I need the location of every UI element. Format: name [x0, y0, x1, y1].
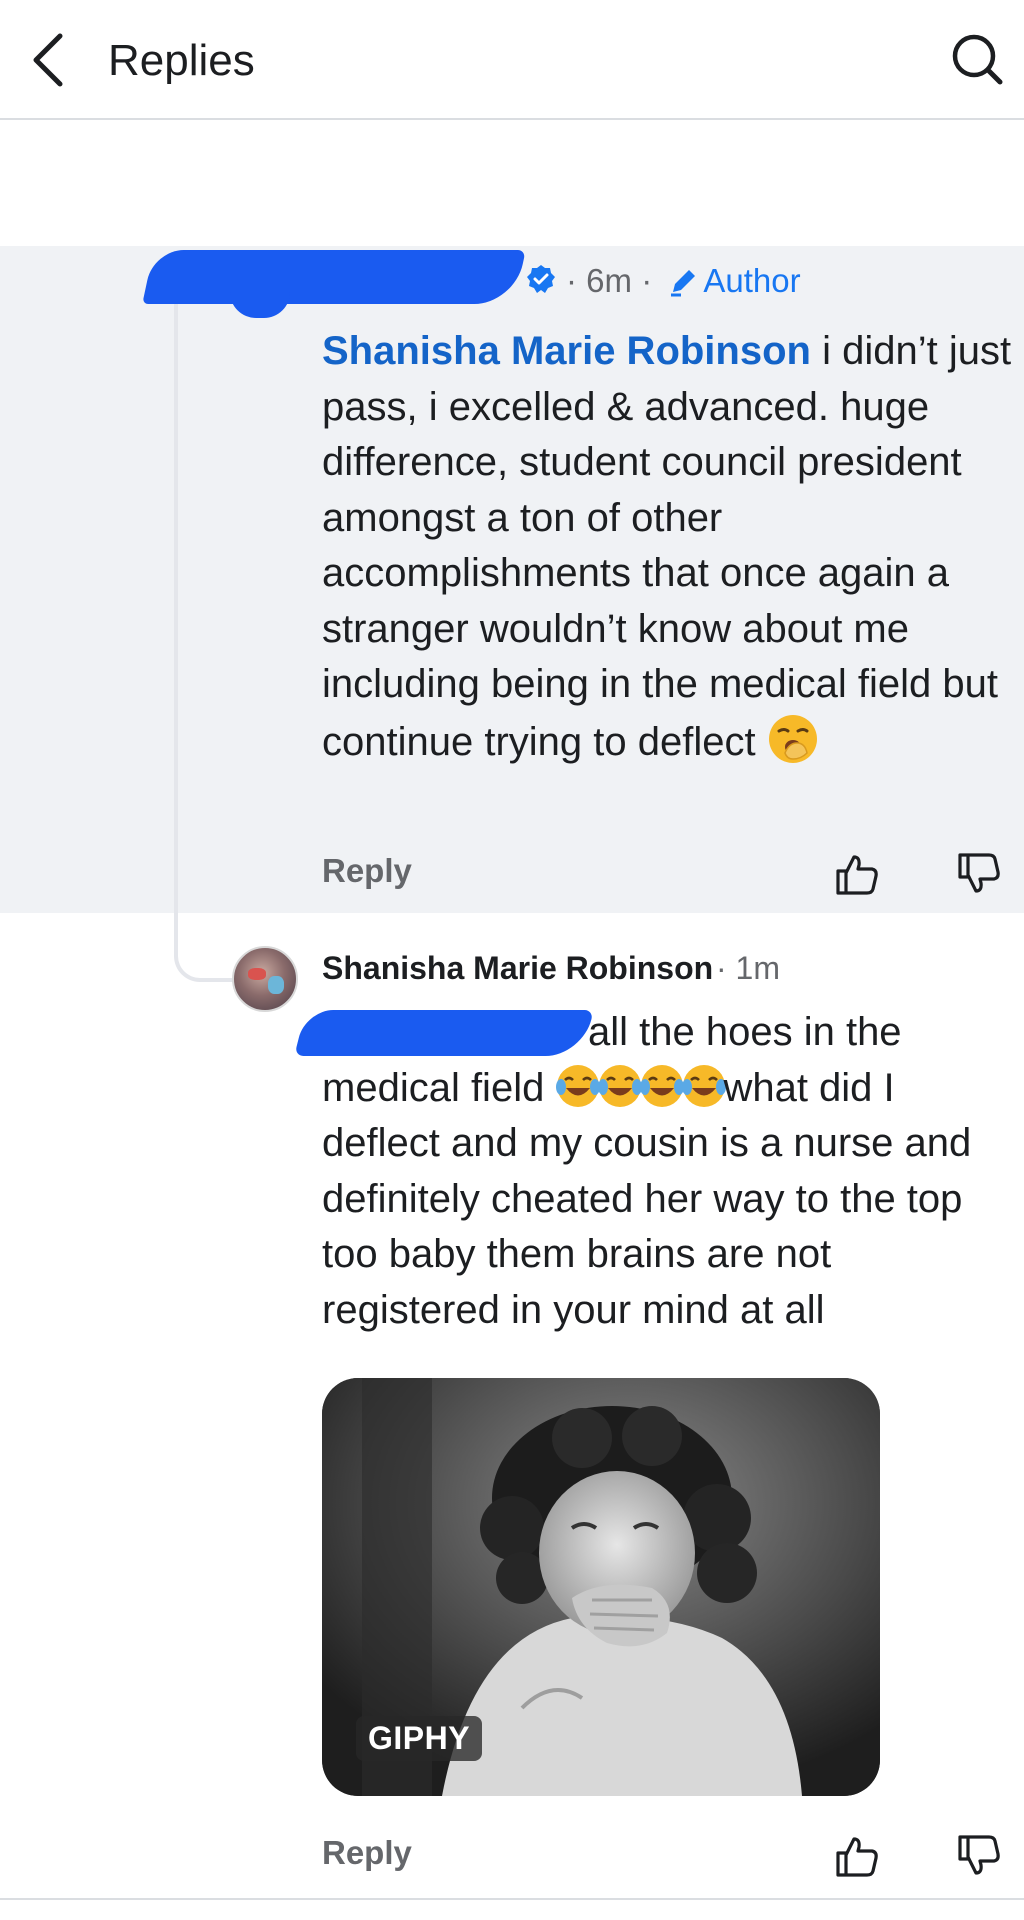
thumbs-up-icon	[836, 855, 878, 895]
meta-separator: ·	[641, 262, 653, 299]
search-icon	[952, 34, 1003, 85]
page-title: Replies	[108, 36, 255, 85]
comment-meta: · 6m · Author	[566, 262, 801, 300]
like-button[interactable]	[830, 1829, 884, 1883]
chevron-left-icon	[33, 33, 63, 87]
meta-separator: ·	[566, 262, 577, 299]
comment-time: · 1m	[716, 950, 780, 986]
thumbs-up-icon	[836, 1837, 878, 1877]
mention-link[interactable]: Shanisha Marie Robinson	[322, 329, 811, 373]
author-badge: Author	[703, 262, 801, 299]
thread-connector	[174, 300, 234, 982]
avatar[interactable]	[232, 946, 298, 1012]
commenter-name[interactable]: Shanisha Marie Robinson	[322, 950, 713, 987]
reply-comment-body: all the hoes in the medical field what d…	[322, 1005, 1012, 1338]
comment-text: i didn’t just pass, i excelled & advance…	[322, 329, 1012, 764]
thumbs-down-icon	[958, 853, 1000, 893]
pencil-icon	[671, 270, 696, 297]
tears-of-joy-emoji-icon	[682, 1064, 727, 1107]
divider	[0, 1898, 1024, 1900]
like-button[interactable]	[830, 847, 884, 901]
yawning-face-emoji-icon	[768, 714, 817, 763]
gif-attachment[interactable]: GIPHY	[322, 1378, 880, 1796]
verified-badge-icon	[527, 265, 555, 293]
reply-button[interactable]: Reply	[322, 1834, 412, 1872]
tears-of-joy-emoji-icon	[598, 1064, 643, 1107]
dislike-button[interactable]	[952, 847, 1006, 901]
redacted-commenter-name	[142, 250, 526, 304]
comment-time: 6m	[586, 262, 633, 299]
reply-button[interactable]: Reply	[322, 852, 412, 890]
author-comment-body: Shanisha Marie Robinson i didn’t just pa…	[322, 324, 1012, 770]
search-button[interactable]	[944, 26, 1010, 92]
top-bar: Replies	[0, 0, 1024, 120]
giphy-badge: GIPHY	[356, 1716, 483, 1761]
dislike-button[interactable]	[952, 1829, 1006, 1883]
tears-of-joy-emoji-icon	[640, 1064, 685, 1107]
back-button[interactable]	[18, 28, 78, 92]
tears-of-joy-emoji-icon	[556, 1064, 601, 1107]
thumbs-down-icon	[958, 1835, 1000, 1875]
